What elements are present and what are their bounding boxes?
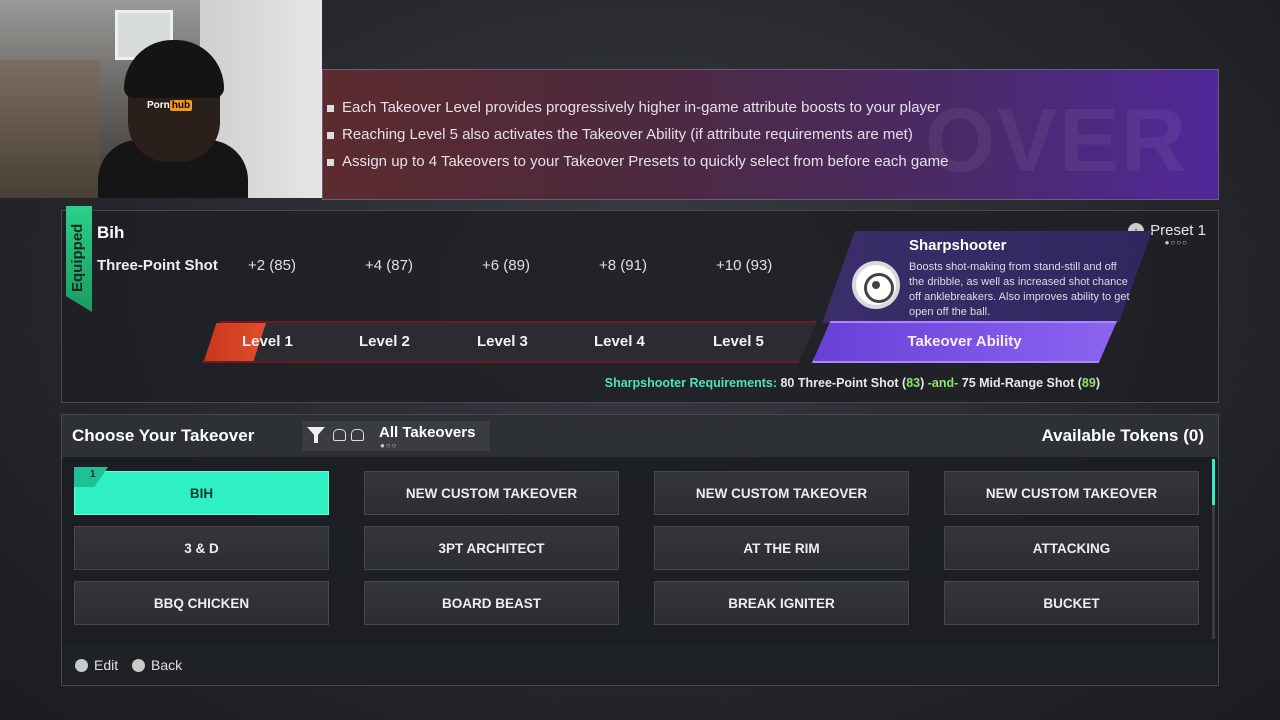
back-prompt[interactable]: Back: [132, 657, 182, 673]
takeover-option[interactable]: BOARD BEAST: [364, 581, 619, 625]
takeover-option[interactable]: ATTACKING: [944, 526, 1199, 570]
info-bullet: Each Takeover Level provides progressive…: [327, 98, 1218, 125]
takeover-option-label: NEW CUSTOM TAKEOVER: [985, 485, 1158, 501]
ability-requirements: Sharpshooter Requirements: 80 Three-Poin…: [604, 376, 1100, 390]
preset-label: Preset 1: [1150, 222, 1206, 239]
r2-button-icon: [351, 429, 364, 441]
choose-header: Choose Your Takeover All Takeovers ●○○ A…: [62, 415, 1218, 457]
back-label: Back: [151, 657, 183, 673]
webcam-overlay: Porn hub: [0, 0, 322, 198]
takeover-option-label: NEW CUSTOM TAKEOVER: [405, 485, 578, 501]
hat-logo: Porn hub: [147, 100, 193, 111]
takeover-name: Bih: [97, 223, 125, 242]
target-icon: [852, 261, 900, 309]
takeover-option[interactable]: AT THE RIM: [654, 526, 909, 570]
webcam-background-shelf: [0, 60, 100, 198]
info-bullet: Reaching Level 5 also activates the Take…: [327, 125, 1218, 152]
takeover-detail-panel: Equipped Bih Three-Point Shot +2 (85) +4…: [61, 206, 1219, 403]
takeover-info-banner: OVER Each Takeover Level provides progre…: [322, 69, 1219, 200]
takeover-option-label: NEW CUSTOM TAKEOVER: [695, 485, 868, 501]
l2-button-icon: [333, 429, 346, 441]
level-boost: +10 (93): [716, 257, 773, 274]
level-boost: +6 (89): [482, 257, 530, 274]
takeover-option[interactable]: 3 & D: [74, 526, 329, 570]
level-boost: +2 (85): [248, 257, 296, 274]
preset-page-dots: ●○○○: [1164, 238, 1188, 247]
filter-label: All Takeovers: [379, 424, 476, 441]
takeover-option-label: BOARD BEAST: [441, 595, 541, 611]
ability-description: Boosts shot-making from stand-still and …: [909, 261, 1130, 318]
level-label: Level 2: [359, 333, 410, 350]
takeover-option[interactable]: 3PT ARCHITECT: [364, 526, 619, 570]
takeover-option-label: BREAK IGNITER: [728, 595, 835, 611]
level-boost: +4 (87): [365, 257, 413, 274]
scrollbar-thumb[interactable]: [1212, 459, 1215, 505]
level-label: Level 1: [242, 333, 293, 350]
equipped-tag: Equipped: [66, 206, 92, 312]
requirements-label: Sharpshooter Requirements:: [604, 376, 777, 390]
square-button-icon: [75, 659, 88, 672]
filter-icon-stem: [314, 435, 318, 443]
takeover-option-selected[interactable]: 1 BIH: [74, 467, 329, 515]
info-bullet: Assign up to 4 Takeovers to your Takeove…: [327, 152, 1218, 179]
filter-page-dots: ●○○: [380, 441, 398, 450]
level-label: Level 5: [713, 333, 764, 350]
equipped-label: Equipped: [69, 223, 86, 292]
button-prompts-footer: Edit Back: [61, 646, 1219, 686]
level-boost: +8 (91): [599, 257, 647, 274]
ability-name: Sharpshooter: [909, 237, 1007, 254]
available-tokens: Available Tokens (0): [1041, 426, 1205, 445]
takeover-option[interactable]: BREAK IGNITER: [654, 581, 909, 625]
takeover-option[interactable]: NEW CUSTOM TAKEOVER: [364, 471, 619, 515]
attribute-name: Three-Point Shot: [97, 257, 218, 274]
takeover-option-label: AT THE RIM: [743, 540, 820, 556]
edit-label: Edit: [94, 657, 119, 673]
takeover-option-label: ATTACKING: [1032, 540, 1111, 556]
takeover-option[interactable]: BBQ CHICKEN: [74, 581, 329, 625]
preset-slot-badge: 1: [74, 467, 108, 487]
takeover-option[interactable]: NEW CUSTOM TAKEOVER: [944, 471, 1199, 515]
takeover-option-label: BBQ CHICKEN: [153, 595, 250, 611]
takeover-option[interactable]: BUCKET: [944, 581, 1199, 625]
level-label: Level 3: [477, 333, 528, 350]
level-label: Level 4: [594, 333, 645, 350]
takeover-option-label: 3 & D: [184, 540, 219, 556]
circle-button-icon: [132, 659, 145, 672]
edit-prompt[interactable]: Edit: [75, 657, 118, 673]
panel-title: Choose Your Takeover: [72, 426, 255, 445]
takeover-option-label: BUCKET: [1043, 595, 1100, 611]
takeover-option[interactable]: NEW CUSTOM TAKEOVER: [654, 471, 909, 515]
takeover-ability-label: Takeover Ability: [907, 333, 1022, 350]
takeover-option-label: BIH: [189, 485, 214, 501]
takeover-option-label: 3PT ARCHITECT: [438, 540, 545, 556]
